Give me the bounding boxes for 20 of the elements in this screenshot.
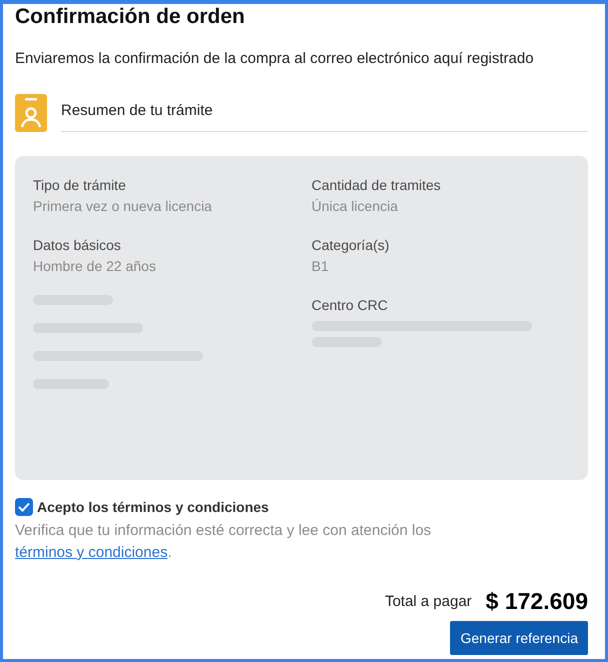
page-title: Confirmación de orden	[15, 4, 245, 30]
checkbox[interactable]	[15, 498, 33, 516]
field-label: Cantidad de tramites	[312, 176, 442, 195]
total-amount: $ 172.609	[486, 588, 588, 615]
field-value: Primera vez o nueva licencia	[33, 197, 213, 216]
field-value: Única licencia	[312, 197, 399, 216]
field-value: Hombre de 22 años	[33, 257, 157, 276]
field-label: Categoría(s)	[312, 236, 390, 255]
section-title: Resumen de tu trámite	[61, 102, 213, 119]
terms-note: Verifica que tu información esté correcta y lee con atención los términos y condiciones.	[15, 521, 432, 563]
total-label: Total a pagar	[384, 593, 472, 610]
field-value: B1	[312, 257, 330, 276]
field-label: Centro CRC	[312, 296, 389, 315]
terms-link[interactable]: términos y condiciones	[15, 544, 168, 561]
checkbox-label: Acepto los términos y condiciones	[37, 499, 269, 515]
field-label: Datos básicos	[33, 236, 122, 255]
subtitle-text: Enviaremos la confirmación de la compra al correo electrónico aquí registrado	[15, 50, 534, 67]
person-badge-icon	[15, 94, 47, 132]
generate-reference-button[interactable]: Generar referencia	[450, 621, 588, 655]
field-label: Tipo de trámite	[33, 176, 127, 195]
